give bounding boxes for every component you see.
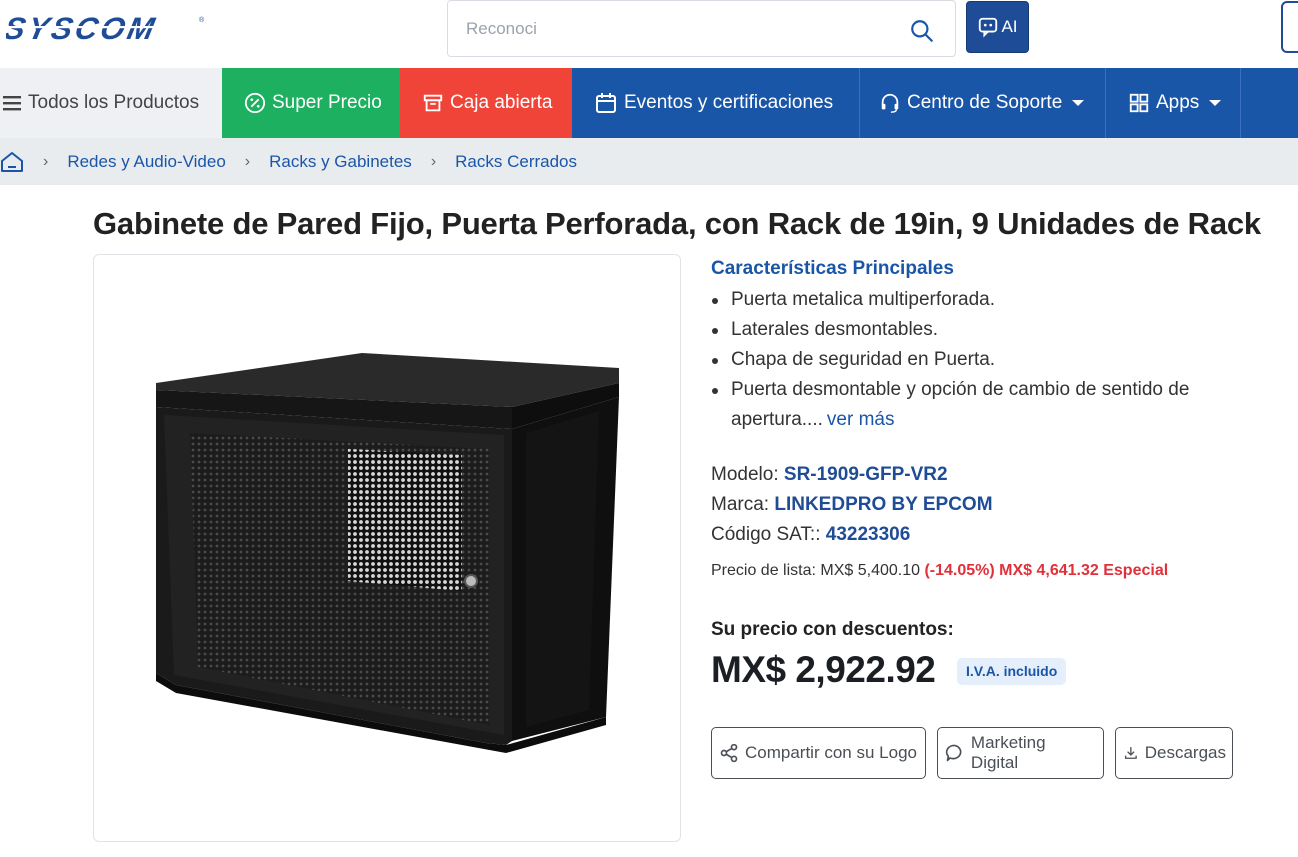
iva-badge: I.V.A. incluido [957, 658, 1067, 685]
breadcrumb-redes[interactable]: Redes y Audio-Video [67, 152, 225, 172]
open-box-icon [423, 94, 443, 112]
search-box [447, 0, 956, 57]
spec-marca: Marca: LINKEDPRO BY EPCOM [711, 490, 993, 520]
product-specs: Modelo: SR-1909-GFP-VR2 Marca: LINKEDPRO… [711, 460, 993, 550]
nav-caja-abierta-label: Caja abierta [450, 92, 553, 113]
marketing-digital-button[interactable]: Marketing Digital [937, 727, 1104, 779]
nav-super-precio[interactable]: Super Precio [222, 68, 400, 138]
nav-soporte-label: Centro de Soporte [907, 92, 1063, 113]
product-image-panel[interactable] [93, 254, 681, 842]
feature-text: Laterales desmontables. [731, 319, 939, 340]
your-price-label: Su precio con descuentos: [711, 619, 954, 640]
download-icon [1124, 747, 1137, 759]
share-logo-label: Compartir con su Logo [745, 743, 917, 762]
spec-modelo: Modelo: SR-1909-GFP-VR2 [711, 460, 993, 490]
chevron-right-icon: › [244, 152, 251, 170]
apps-grid-icon [1129, 93, 1149, 113]
nav-all-products[interactable]: Todos los Productos [0, 68, 222, 138]
search-input[interactable] [466, 15, 886, 43]
spec-value: 43223306 [825, 524, 911, 545]
product-actions: Compartir con su Logo Marketing Digital … [711, 727, 1233, 779]
chevron-down-icon [1072, 100, 1085, 106]
feature-text: Puerta desmontable y opción de cambio de… [731, 379, 1190, 430]
product-title: Gabinete de Pared Fijo, Puerta Perforada… [93, 206, 1261, 241]
hamburger-icon [3, 96, 21, 111]
feature-text: Chapa de seguridad en Puerta. [731, 349, 996, 370]
feature-text: Puerta metalica multiperforada. [731, 289, 996, 310]
breadcrumb-racks-gabinetes[interactable]: Racks y Gabinetes [269, 152, 412, 172]
header-edge-button[interactable] [1281, 1, 1298, 53]
feature-item: Puerta desmontable y opción de cambio de… [711, 375, 1281, 435]
breadcrumb: › Redes y Audio-Video › Racks y Gabinete… [0, 138, 1298, 185]
marketing-digital-label: Marketing Digital [970, 733, 1046, 772]
spec-label: Marca: [711, 494, 770, 515]
list-price-label: Precio de lista: MX$ 5,400.10 [711, 562, 921, 579]
chat-bubble-icon [945, 744, 962, 762]
spec-label: Código SAT:: [711, 524, 821, 545]
header: SYSCOM ® AI [0, 0, 1298, 68]
svg-text:®: ® [199, 16, 205, 24]
syscom-logo[interactable]: SYSCOM ® [6, 12, 206, 44]
your-price: MX$ 2,922.92 [711, 649, 936, 690]
percent-badge-icon [244, 92, 266, 114]
downloads-button[interactable]: Descargas [1115, 727, 1233, 779]
calendar-icon [596, 93, 616, 113]
ai-label: AI [1001, 17, 1018, 36]
search-icon[interactable] [909, 18, 935, 44]
headset-icon [881, 93, 899, 113]
spec-value: SR-1909-GFP-VR2 [783, 464, 948, 485]
features-title: Características Principales [711, 258, 954, 279]
nav-apps-label: Apps [1156, 92, 1200, 113]
share-logo-button[interactable]: Compartir con su Logo [711, 727, 926, 779]
ai-chat-icon [979, 17, 998, 38]
product-image [156, 353, 619, 753]
spec-value[interactable]: LINKEDPRO BY EPCOM [774, 494, 992, 515]
feature-item: Laterales desmontables. [711, 315, 1281, 345]
home-icon[interactable] [0, 150, 24, 174]
features-list: Puerta metalica multiperforada. Laterale… [711, 285, 1281, 435]
main-nav: Todos los Productos Super Precio Caja ab… [0, 68, 1298, 138]
nav-caja-abierta[interactable]: Caja abierta [400, 68, 572, 138]
downloads-label: Descargas [1144, 743, 1226, 762]
feature-item: Chapa de seguridad en Puerta. [711, 345, 1281, 375]
special-price: (-14.05%) MX$ 4,641.32 Especial [924, 562, 1169, 579]
nav-eventos-label: Eventos y certificaciones [624, 92, 834, 113]
spec-label: Modelo: [711, 464, 779, 485]
spec-sat: Código SAT:: 43223306 [711, 520, 993, 550]
nav-eventos[interactable]: Eventos y certificaciones [572, 68, 860, 138]
breadcrumb-racks-cerrados[interactable]: Racks Cerrados [455, 152, 577, 172]
ver-mas-link[interactable]: ver más [827, 409, 895, 430]
feature-item: Puerta metalica multiperforada. [711, 285, 1281, 315]
chevron-right-icon: › [430, 152, 437, 170]
share-icon [720, 743, 738, 763]
chevron-down-icon [1209, 100, 1222, 106]
list-price: Precio de lista: MX$ 5,400.10 (-14.05%) … [711, 562, 1168, 580]
nav-all-products-label: Todos los Productos [28, 92, 200, 113]
product-info: Características Principales Puerta metal… [711, 256, 1281, 435]
ai-assistant-button[interactable]: AI [966, 1, 1029, 53]
nav-super-precio-label: Super Precio [272, 92, 382, 113]
chevron-right-icon: › [43, 152, 49, 170]
nav-apps[interactable]: Apps [1106, 68, 1241, 138]
nav-soporte[interactable]: Centro de Soporte [860, 68, 1106, 138]
